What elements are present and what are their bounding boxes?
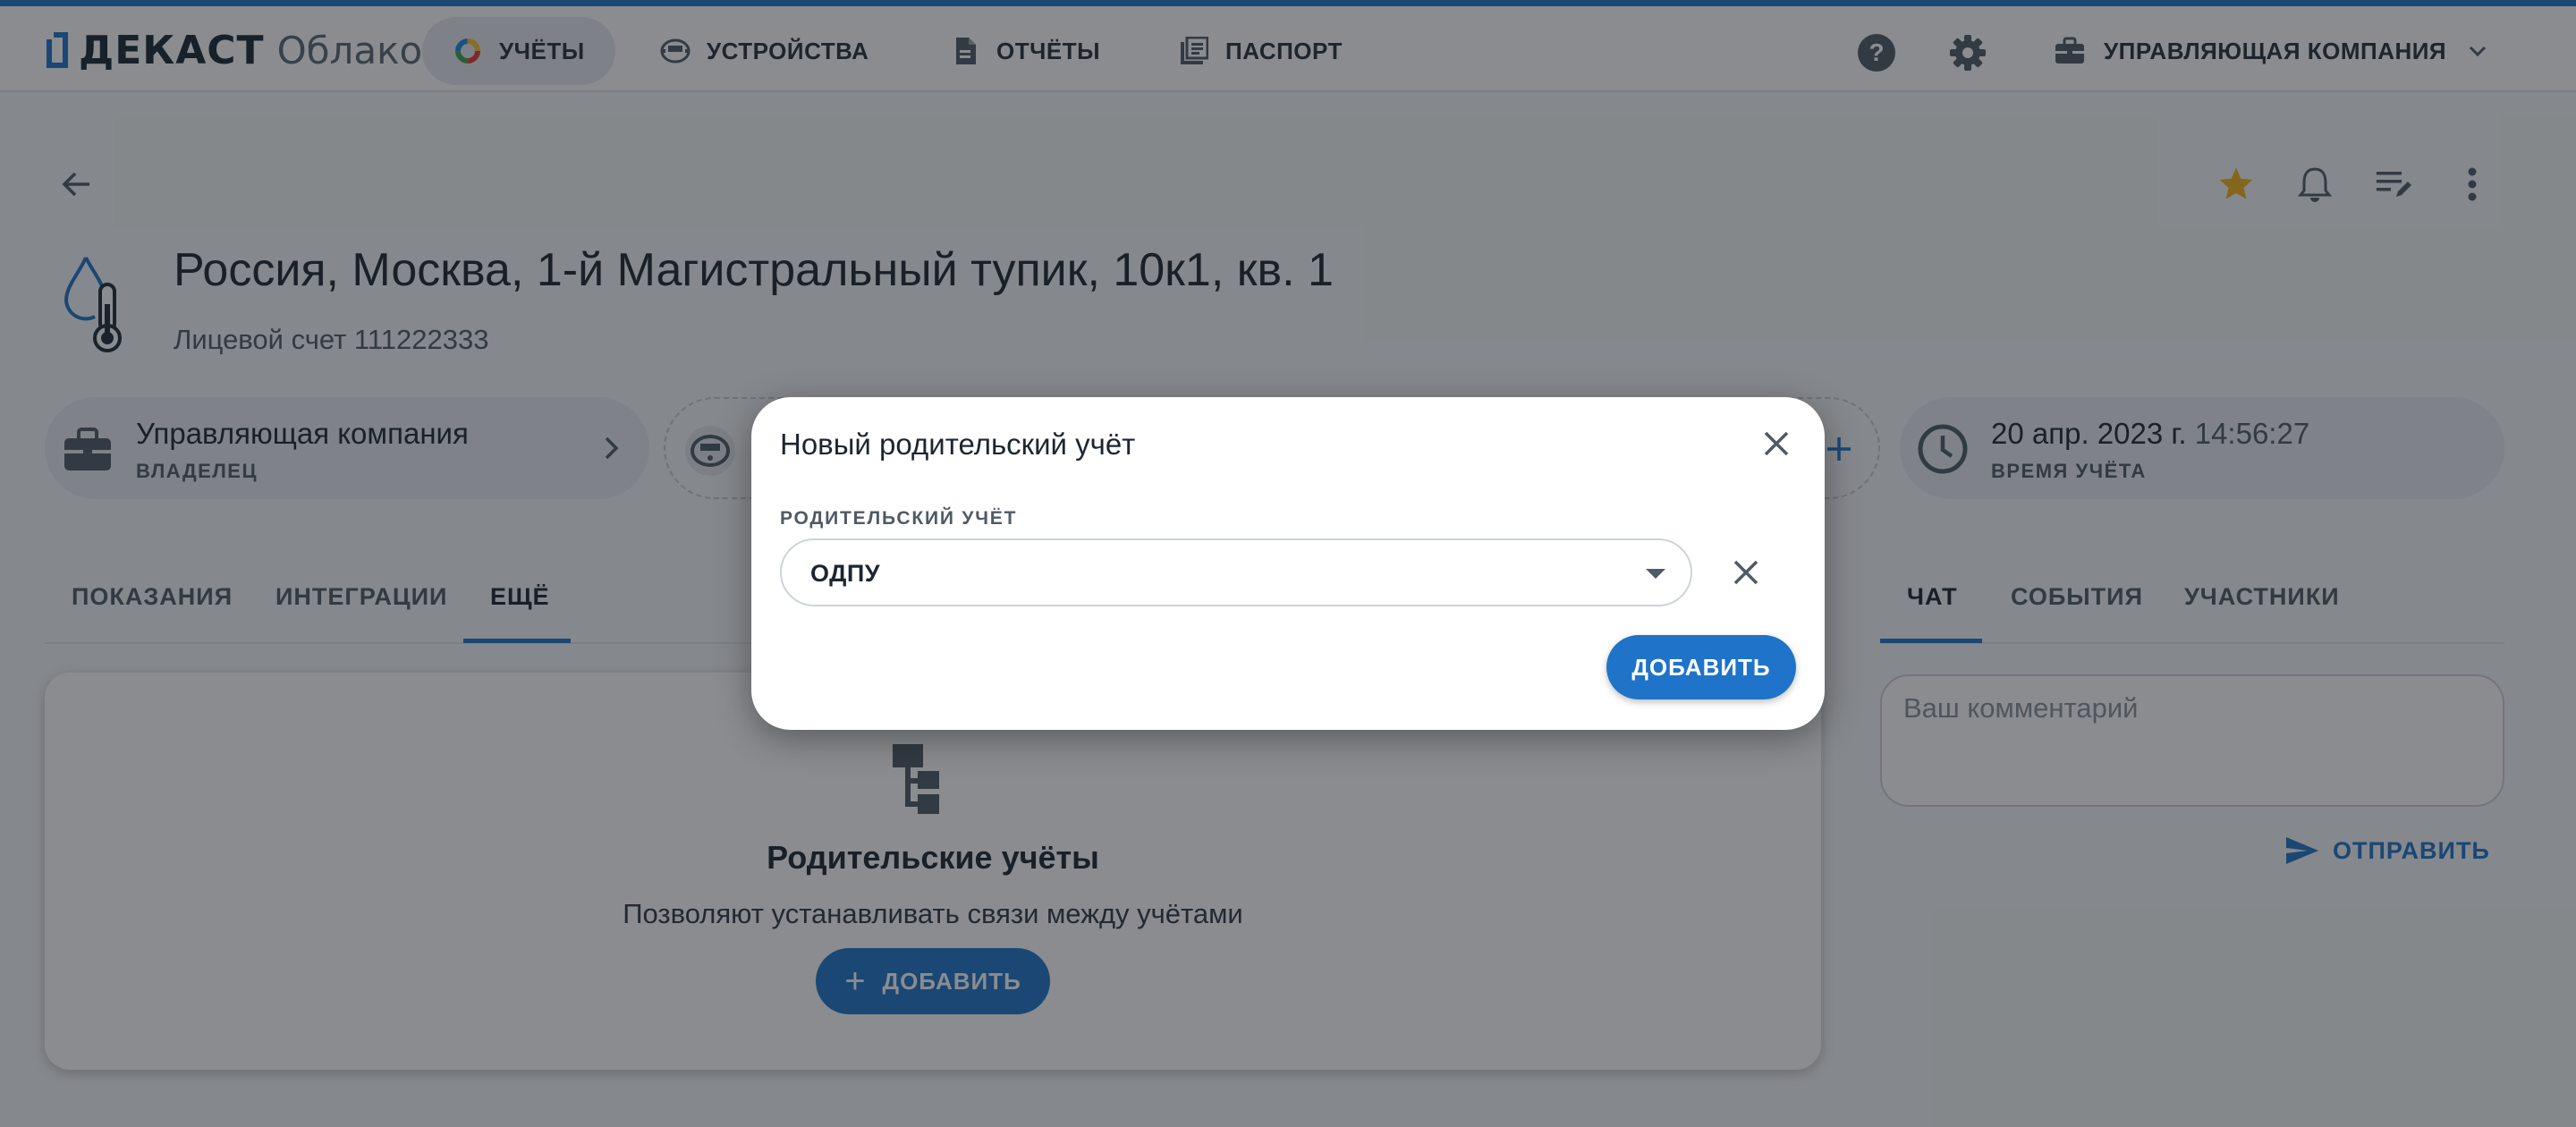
parent-account-select[interactable]: ОДПУ: [780, 538, 1692, 606]
clear-icon[interactable]: [1726, 553, 1766, 592]
close-icon[interactable]: [1757, 424, 1796, 463]
parent-account-value: ОДПУ: [810, 560, 881, 587]
dialog-add-button[interactable]: ДОБАВИТЬ: [1606, 635, 1796, 699]
parent-field-label: РОДИТЕЛЬСКИЙ УЧЁТ: [780, 508, 1018, 529]
new-parent-dialog: Новый родительский учёт РОДИТЕЛЬСКИЙ УЧЁ…: [751, 397, 1825, 730]
dialog-title: Новый родительский учёт: [780, 428, 1136, 461]
dropdown-arrow-icon: [1646, 569, 1665, 579]
